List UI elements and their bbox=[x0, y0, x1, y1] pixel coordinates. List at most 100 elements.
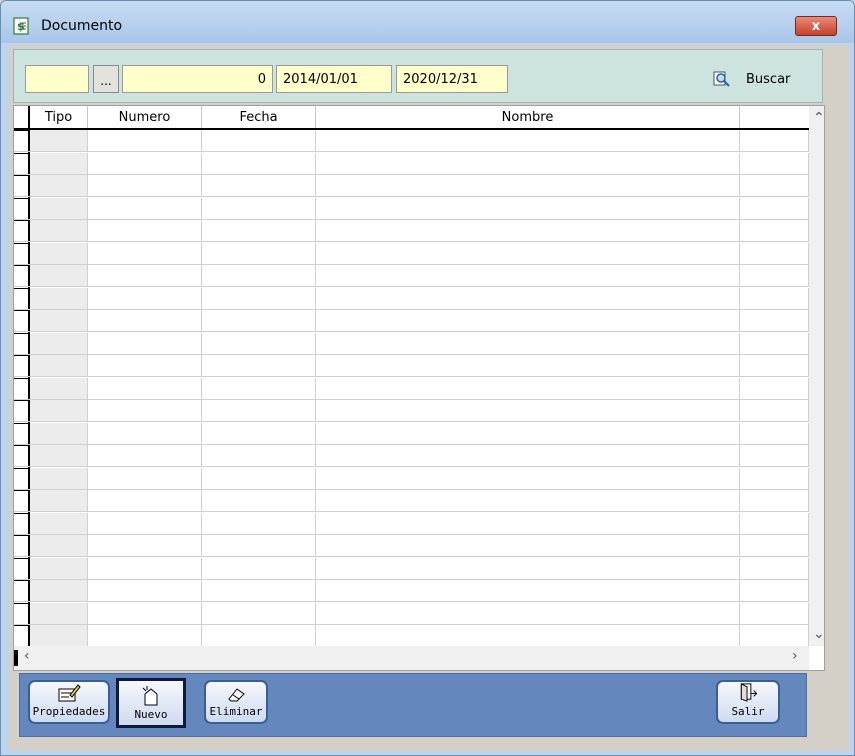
table-cell bbox=[88, 152, 202, 174]
table-cell bbox=[30, 220, 88, 241]
table-cell bbox=[740, 355, 809, 376]
close-button[interactable]: x bbox=[795, 16, 837, 36]
window-title: Documento bbox=[41, 18, 123, 34]
table-cell bbox=[316, 332, 740, 354]
exit-door-icon bbox=[740, 683, 758, 702]
table-cell bbox=[202, 287, 316, 309]
table-cell bbox=[30, 377, 88, 399]
row-selector[interactable] bbox=[14, 242, 28, 244]
row-selector[interactable] bbox=[14, 310, 28, 311]
exit-button[interactable]: Salir bbox=[716, 680, 780, 724]
scroll-left-icon[interactable]: ‹ bbox=[24, 648, 30, 664]
table-cell bbox=[88, 422, 202, 444]
row-selector[interactable] bbox=[14, 512, 28, 514]
browse-button[interactable]: ... bbox=[93, 65, 119, 93]
header-extra[interactable] bbox=[740, 106, 809, 128]
row-selector[interactable] bbox=[14, 467, 28, 469]
documents-grid[interactable]: Tipo Numero Fecha Nombre ⌃ ⌄ ‹ › bbox=[13, 105, 825, 671]
close-icon: x bbox=[811, 18, 821, 34]
table-cell bbox=[740, 467, 809, 489]
row-selector[interactable] bbox=[14, 445, 28, 446]
row-selector[interactable] bbox=[14, 287, 28, 289]
table-cell bbox=[740, 535, 809, 556]
horizontal-scrollbar[interactable]: ‹ › bbox=[14, 646, 809, 670]
table-cell bbox=[202, 445, 316, 466]
row-selector[interactable] bbox=[14, 130, 28, 131]
table-cell bbox=[202, 377, 316, 399]
table-row[interactable] bbox=[14, 310, 809, 332]
table-row[interactable] bbox=[14, 445, 809, 467]
table-cell bbox=[88, 467, 202, 489]
new-button[interactable]: Nuevo bbox=[116, 678, 186, 728]
table-cell bbox=[316, 625, 740, 646]
table-row[interactable] bbox=[14, 220, 809, 242]
table-cell bbox=[316, 287, 740, 309]
row-selector[interactable] bbox=[14, 490, 28, 491]
table-row[interactable] bbox=[14, 625, 809, 647]
row-selector[interactable] bbox=[14, 400, 28, 401]
header-tipo[interactable]: Tipo bbox=[30, 106, 88, 128]
code-field[interactable] bbox=[25, 65, 89, 93]
row-selector[interactable] bbox=[14, 377, 28, 379]
scroll-right-icon[interactable]: › bbox=[792, 648, 798, 664]
table-cell bbox=[88, 535, 202, 556]
table-cell bbox=[30, 310, 88, 331]
date-from-field[interactable]: 2014/01/01 bbox=[276, 65, 392, 93]
table-cell bbox=[740, 152, 809, 174]
row-selector[interactable] bbox=[14, 152, 28, 154]
eraser-icon bbox=[228, 688, 245, 702]
table-row[interactable] bbox=[14, 400, 809, 422]
scroll-up-icon[interactable]: ⌃ bbox=[813, 110, 824, 126]
table-row[interactable] bbox=[14, 377, 809, 400]
table-row[interactable] bbox=[14, 355, 809, 377]
row-selector[interactable] bbox=[14, 332, 28, 334]
table-row[interactable] bbox=[14, 265, 809, 287]
table-cell bbox=[316, 557, 740, 579]
row-selector[interactable] bbox=[14, 265, 28, 266]
table-row[interactable] bbox=[14, 242, 809, 265]
table-cell bbox=[88, 445, 202, 466]
table-cell bbox=[316, 490, 740, 511]
vertical-scrollbar[interactable]: ⌃ ⌄ bbox=[809, 106, 824, 646]
row-selector[interactable] bbox=[14, 602, 28, 604]
table-row[interactable] bbox=[14, 422, 809, 445]
table-row[interactable] bbox=[14, 175, 809, 197]
table-row[interactable] bbox=[14, 535, 809, 557]
row-selector[interactable] bbox=[14, 557, 28, 559]
table-cell bbox=[316, 580, 740, 601]
header-nombre[interactable]: Nombre bbox=[316, 106, 740, 128]
search-button[interactable]: Buscar bbox=[712, 66, 812, 92]
table-cell bbox=[316, 535, 740, 556]
row-selector[interactable] bbox=[14, 580, 28, 581]
table-cell bbox=[740, 332, 809, 354]
table-row[interactable] bbox=[14, 490, 809, 512]
table-row[interactable] bbox=[14, 152, 809, 175]
table-row[interactable] bbox=[14, 512, 809, 535]
row-selector[interactable] bbox=[14, 535, 28, 536]
table-cell bbox=[740, 265, 809, 286]
table-row[interactable] bbox=[14, 557, 809, 580]
table-row[interactable] bbox=[14, 467, 809, 490]
row-selector[interactable] bbox=[14, 625, 28, 626]
date-to-field[interactable]: 2020/12/31 bbox=[396, 65, 508, 93]
table-cell bbox=[316, 512, 740, 534]
delete-button[interactable]: Eliminar bbox=[204, 680, 268, 724]
header-numero[interactable]: Numero bbox=[88, 106, 202, 128]
row-selector[interactable] bbox=[14, 220, 28, 221]
scroll-down-icon[interactable]: ⌄ bbox=[813, 626, 824, 642]
number-field[interactable]: 0 bbox=[122, 65, 273, 93]
table-row[interactable] bbox=[14, 287, 809, 310]
row-selector[interactable] bbox=[14, 422, 28, 424]
table-row[interactable] bbox=[14, 130, 809, 152]
table-cell bbox=[316, 310, 740, 331]
row-selector[interactable] bbox=[14, 175, 28, 176]
table-row[interactable] bbox=[14, 197, 809, 220]
table-row[interactable] bbox=[14, 602, 809, 625]
row-selector[interactable] bbox=[14, 197, 28, 199]
table-row[interactable] bbox=[14, 332, 809, 355]
header-fecha[interactable]: Fecha bbox=[202, 106, 316, 128]
table-row[interactable] bbox=[14, 580, 809, 602]
properties-button[interactable]: Propiedades bbox=[28, 680, 110, 724]
table-cell bbox=[88, 197, 202, 219]
row-selector[interactable] bbox=[14, 355, 28, 356]
